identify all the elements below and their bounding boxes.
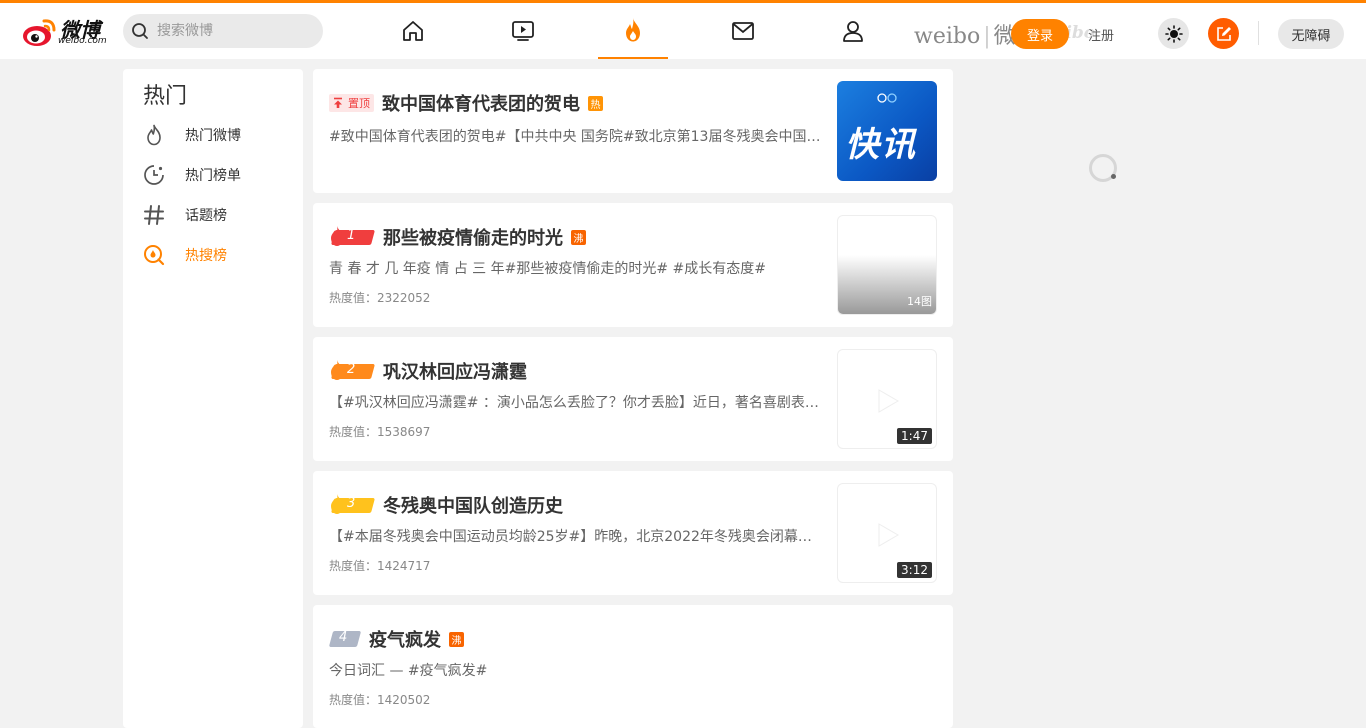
sidebar-item-hot-search[interactable]: 热搜榜 (143, 241, 293, 269)
pin-badge: 置顶 (329, 94, 374, 112)
play-icon (878, 389, 899, 413)
video-duration: 3:12 (897, 562, 932, 578)
nav-profile[interactable] (818, 3, 888, 59)
heat-value: 热度值：2322052 (329, 291, 431, 305)
sidebar-title: 热门 (143, 84, 188, 109)
rank-flame-icon (331, 226, 343, 246)
hot-tag: 热 (588, 95, 603, 111)
home-icon (403, 21, 423, 41)
video-icon (512, 21, 534, 41)
item-title-row: 置顶 致中国体育代表团的贺电 热 (329, 91, 603, 115)
item-title-row: 1 那些被疫情偷走的时光 沸 (329, 225, 586, 249)
video-duration: 1:47 (897, 428, 932, 444)
games-emblem-icon (877, 93, 897, 103)
item-description: 【#本届冬残奥会中国运动员均龄25岁#】昨晚，北京2022年冬残奥会闭幕。本届冬… (329, 529, 825, 545)
item-title-row: 2 巩汉林回应冯潇霆 (329, 359, 527, 383)
sidebar-item-label: 热搜榜 (185, 248, 227, 264)
weibo-eye-icon (23, 19, 56, 46)
boil-tag: 沸 (449, 631, 464, 647)
compose-icon (1216, 26, 1231, 41)
message-icon (732, 22, 754, 40)
heat-value: 热度值：1424717 (329, 559, 431, 573)
sidebar-item-label: 热门微博 (185, 128, 241, 144)
rank-number: 2 (347, 362, 356, 377)
rank-number: 1 (347, 228, 356, 243)
clock-chart-icon (143, 164, 165, 186)
register-link[interactable]: 注册 (1088, 25, 1114, 44)
profile-icon (843, 21, 863, 42)
thumbnail-text: 快讯 (845, 125, 917, 165)
item-title[interactable]: 冬残奥中国队创造历史 (383, 492, 563, 518)
weibo-logo[interactable]: 微博 weibo.com (22, 15, 112, 49)
hashtag-icon (143, 204, 165, 226)
rank-number: 3 (347, 496, 356, 511)
item-thumbnail[interactable]: 14图 (837, 215, 937, 315)
rank-badge: 2 (329, 360, 376, 381)
boil-tag: 沸 (571, 229, 586, 245)
item-title-row: 4 疫气疯发 沸 (328, 626, 464, 652)
item-description: #致中国体育代表团的贺电#【中共中央 国务院#致北京第13届冬残奥会中国体育代表… (329, 129, 825, 145)
pin-label: 置顶 (348, 97, 370, 110)
nav-home[interactable] (378, 3, 448, 59)
video-thumbnail[interactable]: 3:12 (837, 483, 937, 583)
item-description: 今日词汇 — #疫气疯发# (329, 663, 488, 679)
login-button[interactable]: 登录 (1011, 19, 1069, 49)
item-description: 【#巩汉林回应冯潇霆# ：演小品怎么丢脸了？你才丢脸】近日，著名喜剧表演艺术家巩… (329, 395, 825, 411)
hot-list-item[interactable]: 1 那些被疫情偷走的时光 沸 青 春 才 几 年疫 情 占 三 年#那些被疫情偷… (313, 203, 953, 327)
rank-badge: 1 (329, 226, 376, 247)
item-description: 青 春 才 几 年疫 情 占 三 年#那些被疫情偷走的时光# #成长有态度# (329, 261, 766, 277)
logo-subtext: weibo.com (58, 36, 107, 46)
nav-hot[interactable] (598, 3, 668, 59)
item-title[interactable]: 致中国体育代表团的贺电 (382, 90, 580, 116)
compose-button[interactable] (1208, 18, 1239, 49)
sidebar-item-topics[interactable]: 话题榜 (143, 201, 293, 229)
theme-toggle-button[interactable] (1158, 18, 1189, 49)
accessibility-button[interactable]: 无障碍 (1278, 19, 1344, 49)
sidebar-item-hot-rank[interactable]: 热门榜单 (143, 161, 293, 189)
sidebar-item-hot-weibo[interactable]: 热门微博 (143, 121, 293, 149)
nav-message[interactable] (708, 3, 778, 59)
flame-outline-icon (143, 124, 165, 146)
rank-flame-icon (331, 494, 343, 514)
search-box[interactable] (123, 14, 323, 48)
video-thumbnail[interactable]: 1:47 (837, 349, 937, 449)
hot-list-item[interactable]: 2 巩汉林回应冯潇霆 【#巩汉林回应冯潇霆# ：演小品怎么丢脸了？你才丢脸】近日… (313, 337, 953, 461)
sidebar-item-label: 话题榜 (185, 208, 227, 224)
item-title[interactable]: 疫气疯发 (369, 626, 441, 652)
hot-search-icon (143, 244, 165, 266)
hot-list-item[interactable]: 3 冬残奥中国队创造历史 【#本届冬残奥会中国运动员均龄25岁#】昨晚，北京20… (313, 471, 953, 595)
item-title[interactable]: 巩汉林回应冯潇霆 (383, 358, 527, 384)
rank-badge: 4 (328, 630, 362, 648)
nav-video[interactable] (488, 3, 558, 59)
sidebar-item-label: 热门榜单 (185, 168, 241, 184)
top-bar: 微博 weibo.com 搜索微博 weibo | 登录 注册 无障碍 (0, 0, 1366, 59)
search-input[interactable] (157, 14, 317, 48)
item-title-row: 3 冬残奥中国队创造历史 (329, 493, 563, 517)
pin-arrow-icon (334, 97, 342, 108)
rank-badge: 3 (329, 494, 376, 515)
image-count: 14图 (907, 295, 932, 308)
play-icon (878, 523, 899, 547)
hot-fire-icon (626, 18, 640, 42)
loading-spinner (1089, 154, 1117, 182)
hot-list-item[interactable]: 4 疫气疯发 沸 今日词汇 — #疫气疯发# 热度值：1420502 (313, 605, 953, 728)
rank-flame-icon (331, 360, 343, 380)
header-divider (1258, 21, 1259, 45)
heat-value: 热度值：1538697 (329, 425, 431, 439)
sun-icon (1164, 24, 1183, 43)
item-thumbnail[interactable]: 快讯 (837, 81, 937, 181)
heat-value: 热度值：1420502 (329, 693, 431, 707)
item-title[interactable]: 那些被疫情偷走的时光 (383, 224, 563, 250)
rank-number: 4 (339, 630, 348, 645)
sidebar: 热门 热门微博 热门榜单 话题榜 热搜榜 (123, 69, 303, 728)
brand-text: weibo (914, 24, 981, 49)
search-icon (132, 23, 148, 39)
hot-list-item-pinned[interactable]: 置顶 致中国体育代表团的贺电 热 #致中国体育代表团的贺电#【中共中央 国务院#… (313, 69, 953, 193)
